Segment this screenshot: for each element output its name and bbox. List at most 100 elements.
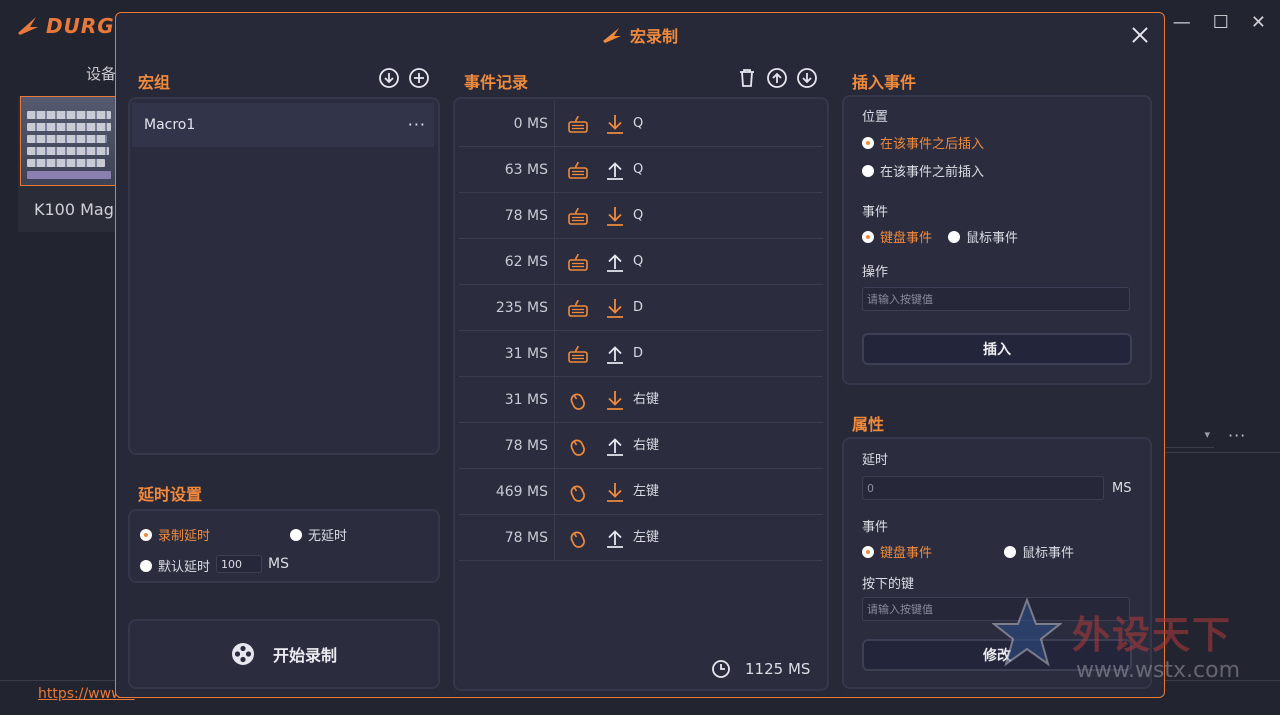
properties-panel: 延时 MS 事件 键盘事件 鼠标事件 按下的键 修改 — [842, 437, 1152, 689]
keyboard-icon — [567, 297, 589, 319]
record-delay-radio[interactable]: 录制延时 — [140, 525, 210, 544]
minimize-icon[interactable]: — — [1173, 12, 1191, 33]
mouse-icon — [567, 481, 589, 503]
mouse-icon — [567, 389, 589, 411]
dropdown[interactable]: ▾ — [1162, 428, 1214, 448]
mouse-event-radio[interactable]: 鼠标事件 — [948, 227, 1018, 246]
start-record-button[interactable]: 开始录制 — [128, 619, 440, 689]
keyboard-icon — [567, 159, 589, 181]
device-tab[interactable]: 设备 — [86, 63, 116, 84]
event-key: 右键 — [633, 438, 660, 453]
event-key: Q — [633, 116, 644, 131]
operation-input[interactable] — [862, 287, 1130, 311]
key-up-icon — [605, 159, 625, 181]
event-row[interactable]: 0 MS Q — [459, 101, 823, 147]
import-icon[interactable] — [378, 67, 400, 89]
event-delay: 62 MS — [459, 239, 555, 285]
window-controls: — ☐ ✕ — [1173, 12, 1266, 33]
more-options-icon[interactable]: ··· — [408, 115, 426, 134]
modify-button[interactable]: 修改 — [862, 639, 1132, 671]
event-key: 左键 — [633, 530, 660, 545]
more-icon[interactable]: ··· — [1228, 426, 1246, 445]
key-up-icon — [605, 527, 625, 549]
macro-record-dialog: 宏录制 宏组 Macro1 ··· 延时设置 录制延时 无延时 默认延时 MS … — [115, 12, 1165, 698]
event-list: 1125 MS 0 MS Q 63 MS Q 78 MS Q 62 MS Q 235 MS D 31… — [453, 97, 829, 691]
operation-label: 操作 — [862, 265, 889, 280]
keyboard-icon — [567, 205, 589, 227]
keyboard-icon — [567, 251, 589, 273]
brand-logo-icon — [18, 17, 38, 35]
mouse-icon — [567, 527, 589, 549]
event-row[interactable]: 31 MS 右键 — [459, 377, 823, 423]
default-delay-radio[interactable]: 默认延时 — [140, 556, 210, 575]
key-up-icon — [605, 343, 625, 365]
add-macro-icon[interactable] — [408, 67, 430, 89]
total-duration-value: 1125 MS — [745, 660, 811, 678]
keyboard-icon — [567, 343, 589, 365]
keyboard-icon — [567, 113, 589, 135]
default-delay-input[interactable] — [216, 555, 262, 573]
event-row[interactable]: 63 MS Q — [459, 147, 823, 193]
start-record-label: 开始录制 — [272, 646, 337, 665]
macro-group-title: 宏组 — [138, 73, 171, 92]
device-card[interactable]: K100 Magi — [18, 96, 118, 232]
event-delay: 78 MS — [459, 515, 555, 561]
event-key: Q — [633, 162, 644, 177]
event-row[interactable]: 31 MS D — [459, 331, 823, 377]
clock-icon — [712, 660, 730, 678]
event-delay: 31 MS — [459, 377, 555, 423]
macro-list-item[interactable]: Macro1 ··· — [132, 103, 434, 147]
delay-unit-label: MS — [1112, 481, 1132, 496]
event-delay: 235 MS — [459, 285, 555, 331]
delay-settings-panel: 录制延时 无延时 默认延时 MS — [128, 509, 440, 583]
key-down-icon — [605, 205, 625, 227]
macro-list: Macro1 ··· — [128, 97, 440, 455]
close-window-icon[interactable]: ✕ — [1251, 12, 1266, 33]
device-name: K100 Magi — [34, 200, 119, 219]
delay-settings-title: 延时设置 — [138, 485, 203, 504]
close-button[interactable] — [1128, 23, 1152, 47]
event-label: 事件 — [862, 205, 889, 220]
event-key: D — [633, 300, 644, 315]
insert-button[interactable]: 插入 — [862, 333, 1132, 365]
prop-mouse-event-radio[interactable]: 鼠标事件 — [1004, 542, 1074, 561]
position-label: 位置 — [862, 110, 889, 125]
event-key: 左键 — [633, 484, 660, 499]
key-up-icon — [605, 251, 625, 273]
event-row[interactable]: 62 MS Q — [459, 239, 823, 285]
event-row[interactable]: 469 MS 左键 — [459, 469, 823, 515]
delay-input[interactable] — [862, 476, 1104, 500]
keyboard-event-radio[interactable]: 键盘事件 — [862, 227, 932, 246]
properties-title: 属性 — [852, 415, 885, 434]
event-row[interactable]: 78 MS 左键 — [459, 515, 823, 561]
keyboard-image — [20, 96, 116, 186]
prop-keyboard-event-radio[interactable]: 键盘事件 — [862, 542, 932, 561]
insert-before-radio[interactable]: 在该事件之前插入 — [862, 161, 984, 180]
brand-mark-icon — [602, 28, 621, 43]
event-row[interactable]: 235 MS D — [459, 285, 823, 331]
event-key: D — [633, 346, 644, 361]
event-key: 右键 — [633, 392, 660, 407]
no-delay-radio[interactable]: 无延时 — [290, 525, 347, 544]
event-type-label: 事件 — [862, 520, 889, 535]
mouse-icon — [567, 435, 589, 457]
delay-unit: MS — [268, 556, 289, 572]
pressed-key-input[interactable] — [862, 597, 1130, 621]
insert-event-title: 插入事件 — [852, 73, 917, 92]
key-down-icon — [605, 113, 625, 135]
macro-name: Macro1 — [144, 117, 196, 133]
insert-after-radio[interactable]: 在该事件之后插入 — [862, 133, 984, 152]
event-row[interactable]: 78 MS 右键 — [459, 423, 823, 469]
event-row[interactable]: 78 MS Q — [459, 193, 823, 239]
event-delay: 31 MS — [459, 331, 555, 377]
dialog-title: 宏录制 — [629, 27, 678, 46]
key-down-icon — [605, 389, 625, 411]
event-key: Q — [633, 254, 644, 269]
move-up-icon[interactable] — [766, 67, 788, 89]
delete-icon[interactable] — [736, 67, 758, 89]
move-down-icon[interactable] — [796, 67, 818, 89]
divider — [1162, 452, 1280, 453]
pressed-key-label: 按下的键 — [862, 577, 915, 592]
event-delay: 78 MS — [459, 423, 555, 469]
maximize-icon[interactable]: ☐ — [1213, 12, 1229, 33]
